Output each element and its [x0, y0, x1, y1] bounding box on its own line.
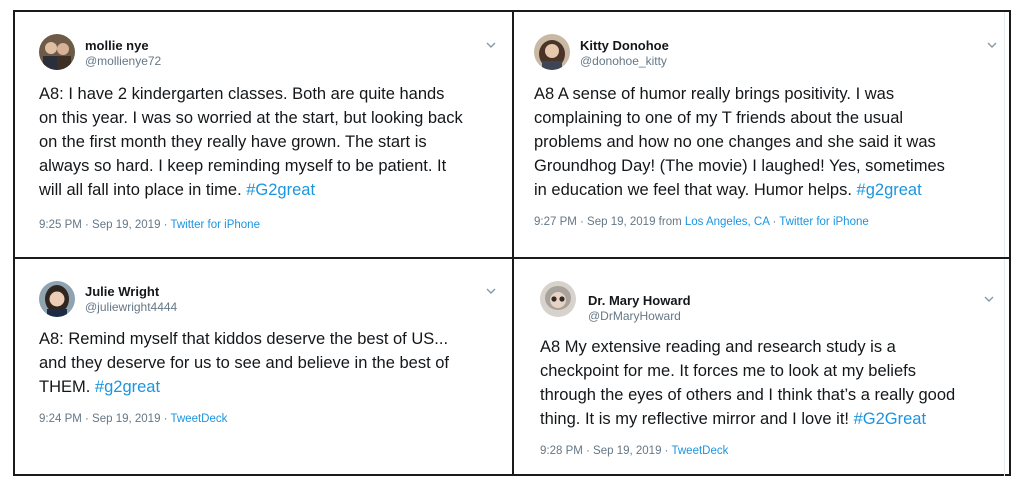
tweet-text-line: and they deserve for us to see and belie…	[39, 354, 450, 372]
source-link[interactable]: Twitter for iPhone	[170, 219, 259, 231]
source-link[interactable]: Twitter for iPhone	[779, 216, 868, 228]
tweet-text-line: on this year. I was so worried at the st…	[39, 109, 463, 127]
tweet-text-line: on the first month they really have grow…	[39, 133, 427, 151]
timestamp[interactable]: 9:27 PM · Sep 19, 2019 from	[534, 216, 685, 228]
chevron-down-icon[interactable]	[484, 38, 498, 52]
tweet-text: A8 My extensive reading and research stu…	[540, 335, 955, 431]
hashtag-link[interactable]: #G2Great	[854, 410, 926, 428]
tweet-text-line: A8 A sense of humor really brings positi…	[534, 85, 895, 103]
hashtag-link[interactable]: #G2great	[246, 181, 315, 199]
author-name[interactable]: Dr. Mary Howard	[588, 293, 691, 308]
tweet-text-fragment: in education we feel that way. Humor hel…	[534, 181, 857, 199]
tweet-text: A8 A sense of humor really brings positi…	[534, 82, 945, 202]
author-name[interactable]: mollie nye	[85, 38, 149, 53]
chevron-down-icon[interactable]	[484, 284, 498, 298]
avatar[interactable]	[534, 34, 570, 70]
tweet-card[interactable]: Kitty Donohoe @donohoe_kitty A8 A sense …	[514, 12, 1011, 257]
tweet-text-line: checkpoint for me. It forces me to look …	[540, 362, 916, 380]
chevron-down-icon[interactable]	[982, 292, 996, 306]
author-name[interactable]: Kitty Donohoe	[580, 38, 669, 53]
hashtag-link[interactable]: #g2great	[95, 378, 160, 396]
tweet-grid: mollie nye @mollienye72 A8: I have 2 kin…	[13, 10, 1011, 476]
tweet-text-line: complaining to one of my T friends about…	[534, 109, 904, 127]
card-edge	[1004, 259, 1005, 476]
author-handle[interactable]: @mollienye72	[85, 54, 161, 68]
author-handle[interactable]: @juliewright4444	[85, 300, 177, 314]
card-edge	[1004, 12, 1005, 257]
tweet-text-fragment: thing. It is my reflective mirror and I …	[540, 410, 854, 428]
timestamp[interactable]: 9:25 PM · Sep 19, 2019 ·	[39, 219, 170, 231]
tweet-meta: 9:28 PM · Sep 19, 2019 · TweetDeck	[540, 444, 728, 458]
location-link[interactable]: Los Angeles, CA	[685, 216, 769, 228]
tweet-text-line: problems and how no one changes and she …	[534, 133, 936, 151]
avatar[interactable]	[540, 281, 576, 317]
author-handle[interactable]: @DrMaryHoward	[588, 309, 681, 323]
timestamp[interactable]: 9:24 PM · Sep 19, 2019 ·	[39, 413, 170, 425]
tweet-text: A8: Remind myself that kiddos deserve th…	[39, 327, 449, 399]
tweet-text-line: through the eyes of others and I think t…	[540, 386, 956, 404]
tweet-text-fragment: THEM.	[39, 378, 95, 396]
tweet-text: A8: I have 2 kindergarten classes. Both …	[39, 82, 463, 202]
author-name[interactable]: Julie Wright	[85, 284, 159, 299]
tweet-meta: 9:24 PM · Sep 19, 2019 · TweetDeck	[39, 412, 227, 426]
author-handle[interactable]: @donohoe_kitty	[580, 54, 667, 68]
timestamp[interactable]: 9:28 PM · Sep 19, 2019 ·	[540, 445, 671, 457]
tweet-text-line: Groundhog Day! (The movie) I laughed! Ye…	[534, 157, 945, 175]
tweet-card[interactable]: Dr. Mary Howard @DrMaryHoward A8 My exte…	[514, 259, 1011, 476]
tweet-text-line: in education we feel that way. Humor hel…	[534, 178, 945, 202]
chevron-down-icon[interactable]	[985, 38, 999, 52]
tweet-card[interactable]: mollie nye @mollienye72 A8: I have 2 kin…	[15, 12, 512, 257]
tweet-meta: 9:27 PM · Sep 19, 2019 from Los Angeles,…	[534, 215, 869, 229]
tweet-text-line: thing. It is my reflective mirror and I …	[540, 407, 955, 431]
tweet-text-line: A8: I have 2 kindergarten classes. Both …	[39, 85, 445, 103]
hashtag-link[interactable]: #g2great	[857, 181, 922, 199]
tweet-text-line: A8 My extensive reading and research stu…	[540, 338, 896, 356]
tweet-card[interactable]: Julie Wright @juliewright4444 A8: Remind…	[15, 259, 512, 476]
meta-separator: ·	[769, 216, 780, 228]
tweet-text-line: THEM. #g2great	[39, 375, 449, 399]
avatar[interactable]	[39, 34, 75, 70]
tweet-text-fragment: will all fall into place in time.	[39, 181, 247, 199]
source-link[interactable]: TweetDeck	[170, 413, 227, 425]
tweet-meta: 9:25 PM · Sep 19, 2019 · Twitter for iPh…	[39, 218, 260, 232]
tweet-text-line: A8: Remind myself that kiddos deserve th…	[39, 330, 449, 348]
tweet-text-line: will all fall into place in time. #G2gre…	[39, 178, 463, 202]
source-link[interactable]: TweetDeck	[671, 445, 728, 457]
avatar[interactable]	[39, 281, 75, 317]
tweet-text-line: always so hard. I keep reminding myself …	[39, 157, 447, 175]
